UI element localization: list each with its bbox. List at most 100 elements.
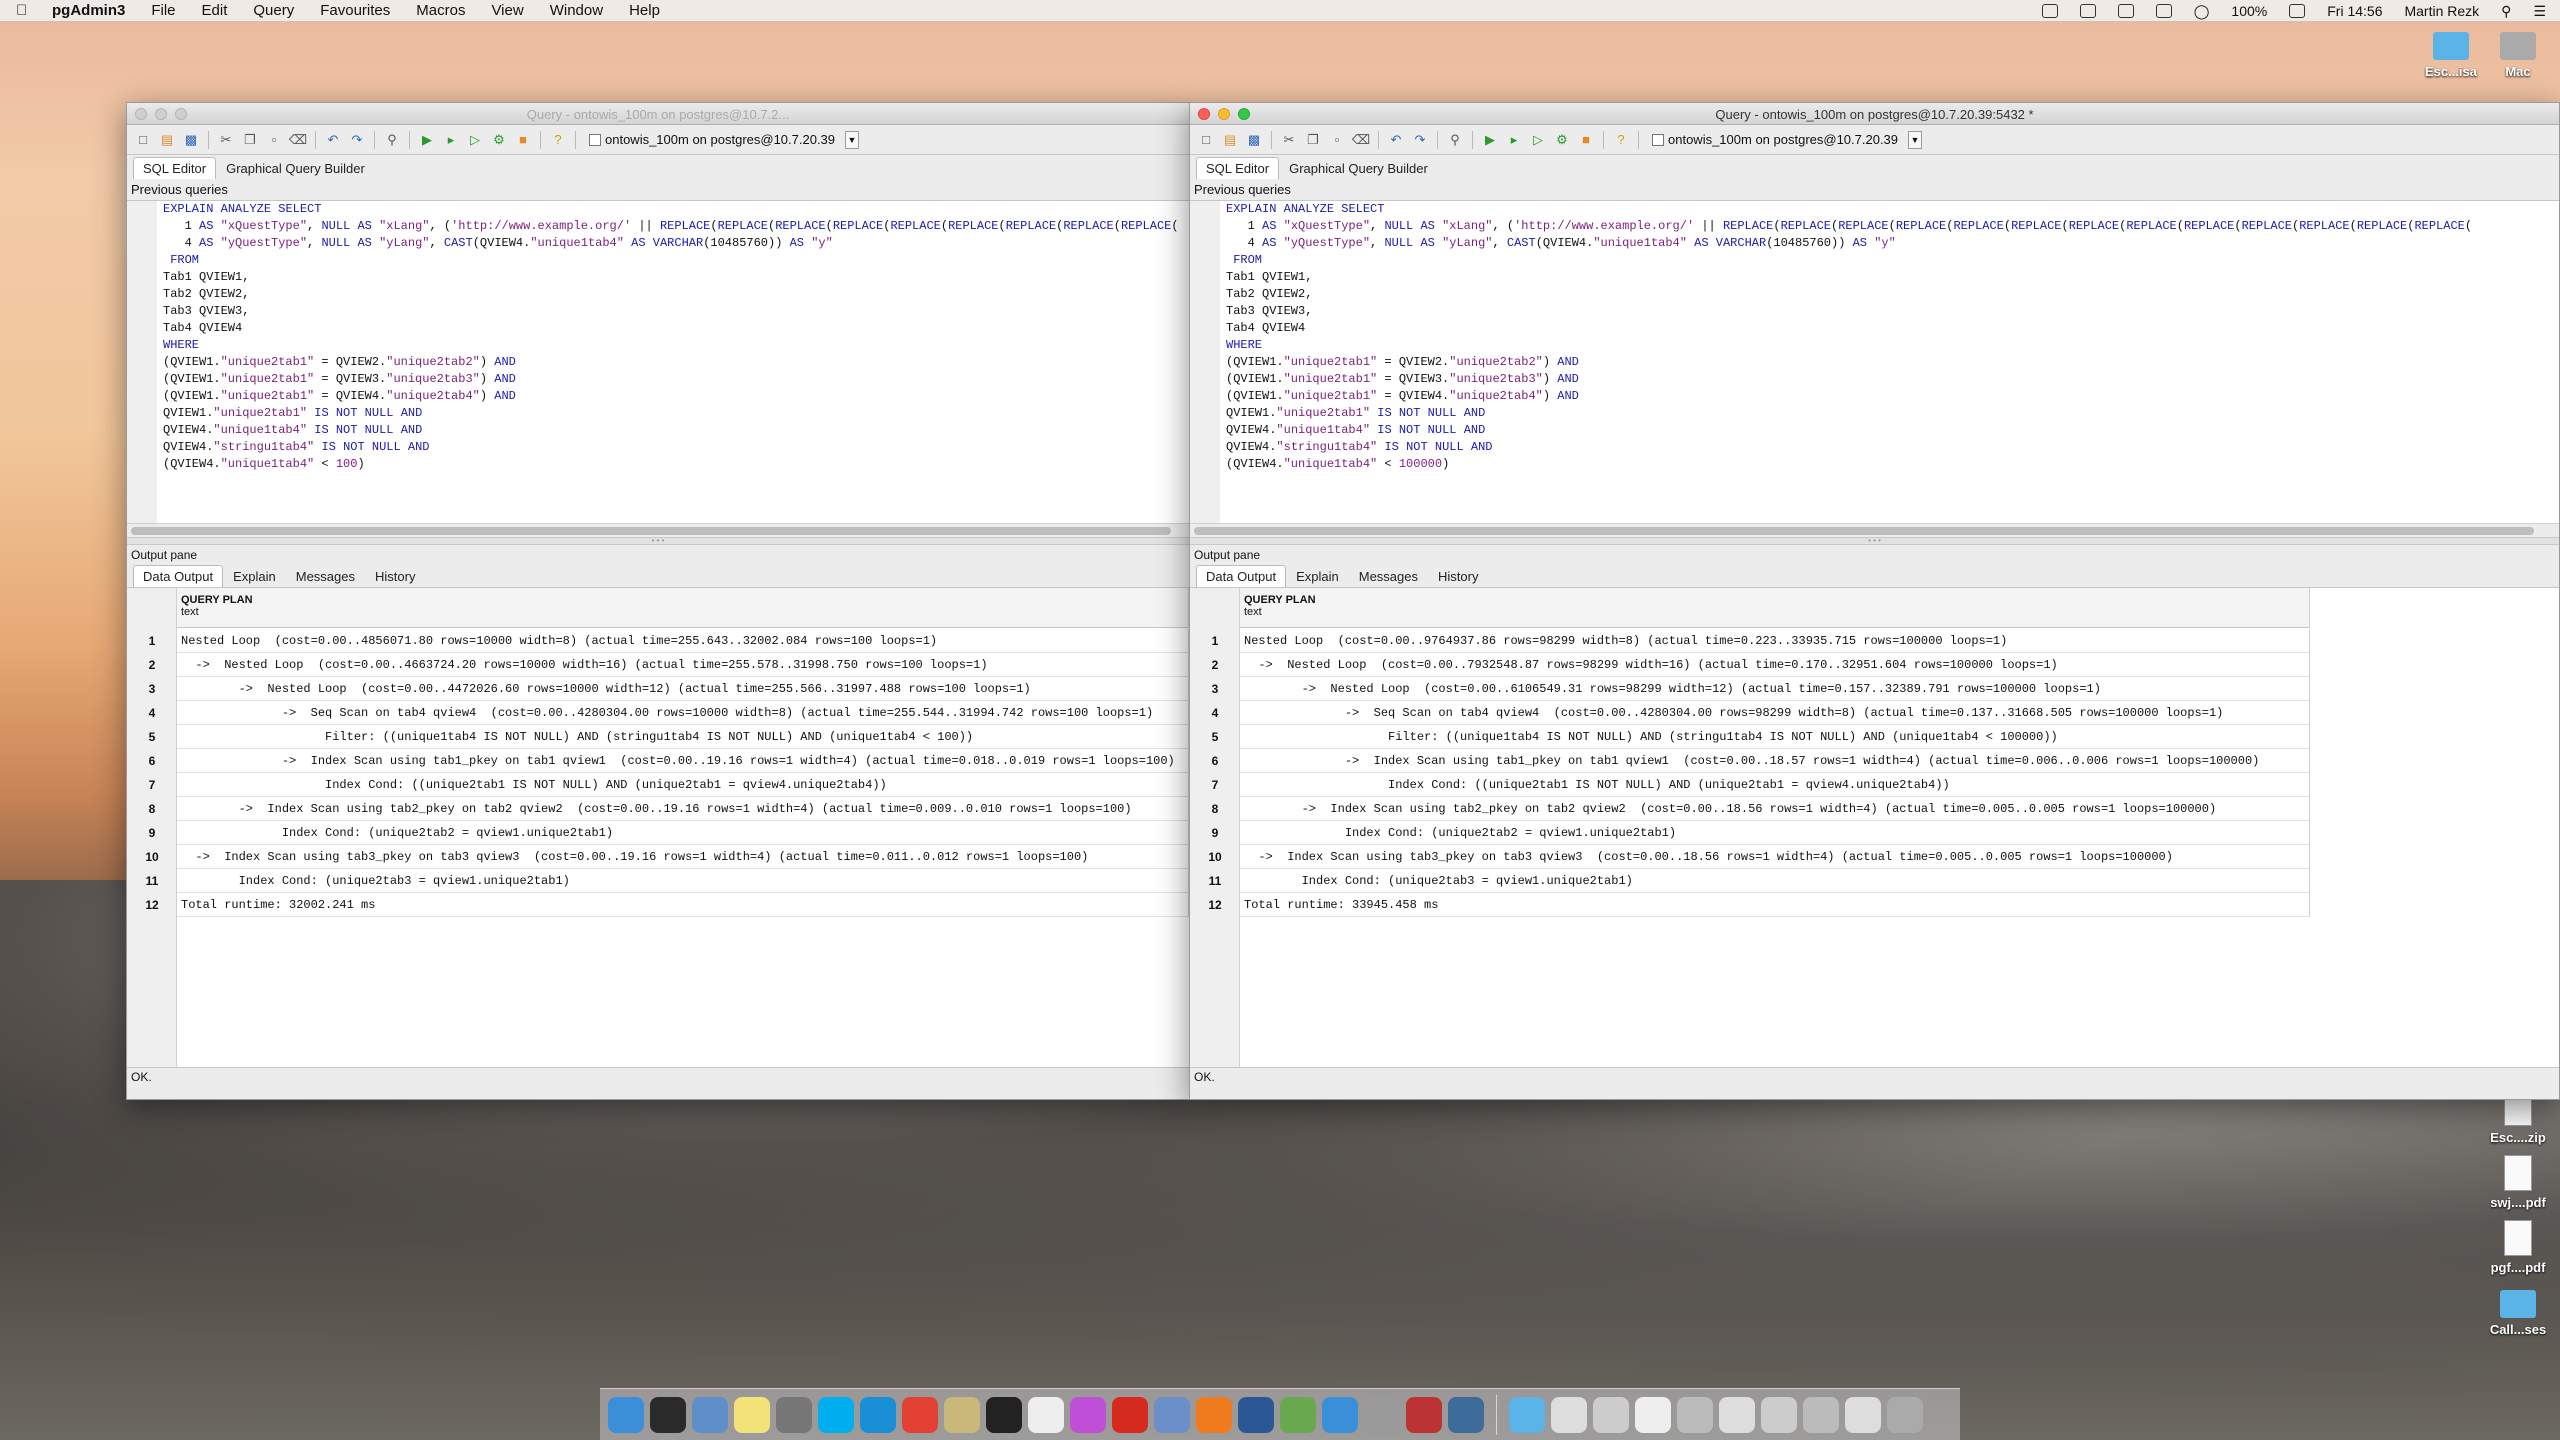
execute-icon[interactable]: ▶	[417, 130, 437, 150]
row-number[interactable]: 11	[1190, 874, 1240, 888]
trash-icon[interactable]	[1887, 1396, 1923, 1433]
terminal-icon[interactable]	[986, 1396, 1022, 1433]
row-number[interactable]: 2	[1190, 658, 1240, 672]
undo-icon[interactable]: ↶	[1386, 130, 1406, 150]
sql-line[interactable]: FROM	[1220, 252, 2559, 269]
sql-line[interactable]: QVIEW1."unique2tab1" IS NOT NULL AND	[157, 405, 1189, 422]
spotlight-icon[interactable]: ⚲	[2501, 3, 2511, 20]
paste-icon[interactable]: ▫	[264, 130, 284, 150]
chevron-down-icon[interactable]: ▼	[845, 130, 860, 149]
sql-line[interactable]: QVIEW1."unique2tab1" IS NOT NULL AND	[1220, 405, 2559, 422]
tab-sql-editor[interactable]: SQL Editor	[1196, 157, 1280, 179]
clear-icon[interactable]: ⌫	[1351, 130, 1371, 150]
previous-queries[interactable]: Previous queries	[127, 179, 1189, 201]
redo-icon[interactable]: ↷	[347, 130, 367, 150]
skype-icon[interactable]	[818, 1396, 854, 1433]
status-icon-3[interactable]	[2117, 4, 2134, 18]
row-number[interactable]: 5	[1190, 730, 1240, 744]
undo-icon[interactable]: ↶	[323, 130, 343, 150]
sql-line[interactable]: 4 AS "yQuestType", NULL AS "yLang", CAST…	[1220, 235, 2559, 252]
execute-to-file-icon[interactable]: ▷	[465, 130, 485, 150]
execute-icon[interactable]: ▶	[1480, 130, 1500, 150]
clock[interactable]: Fri 14:56	[2327, 3, 2382, 19]
sql-line[interactable]: Tab1 QVIEW1,	[1220, 269, 2559, 286]
status-icon-1[interactable]	[2041, 4, 2058, 18]
sql-line[interactable]: WHERE	[157, 337, 1189, 354]
query-plan-cell[interactable]: Index Cond: (unique2tab2 = qview1.unique…	[1240, 821, 2310, 845]
query-plan-cell[interactable]: -> Nested Loop (cost=0.00..4472026.60 ro…	[177, 677, 1189, 701]
stack7-icon[interactable]	[1803, 1396, 1839, 1433]
preview-icon[interactable]	[692, 1396, 728, 1433]
column-header[interactable]: QUERY PLAN text	[1240, 588, 2310, 628]
stack1-icon[interactable]	[1551, 1396, 1587, 1433]
sql-line[interactable]: (QVIEW4."unique1tab4" < 100)	[157, 456, 1189, 473]
word-icon[interactable]	[1238, 1396, 1274, 1433]
menu-edit[interactable]: Edit	[202, 2, 228, 19]
desktop-folder[interactable]: Mac	[2476, 32, 2560, 79]
notes-icon[interactable]	[734, 1396, 770, 1433]
row-number[interactable]: 11	[127, 874, 177, 888]
sql-line[interactable]: Tab4 QVIEW4	[157, 320, 1189, 337]
preferences-icon[interactable]	[776, 1396, 812, 1433]
chrome-icon[interactable]	[902, 1396, 938, 1433]
find-icon[interactable]: ⚲	[382, 130, 402, 150]
row-number[interactable]: 2	[127, 658, 177, 672]
explain-icon[interactable]: ⚙	[489, 130, 509, 150]
tab-data-output[interactable]: Data Output	[133, 565, 224, 587]
user-name[interactable]: Martin Rezk	[2404, 3, 2479, 19]
tab-explain[interactable]: Explain	[223, 565, 286, 587]
safari-icon[interactable]	[1322, 1396, 1358, 1433]
menu-macros[interactable]: Macros	[416, 2, 465, 19]
row-number[interactable]: 9	[1190, 826, 1240, 840]
query-plan-cell[interactable]: Total runtime: 33945.458 ms	[1240, 893, 2310, 917]
query-plan-cell[interactable]: Index Cond: (unique2tab2 = qview1.unique…	[177, 821, 1189, 845]
query-plan-cell[interactable]: -> Index Scan using tab1_pkey on tab1 qv…	[1240, 749, 2310, 773]
tab-data-output[interactable]: Data Output	[1196, 565, 1287, 587]
tab-graphical-query-builder[interactable]: Graphical Query Builder	[216, 157, 375, 179]
network-icon[interactable]	[1280, 1396, 1316, 1433]
stack3-icon[interactable]	[1635, 1396, 1671, 1433]
menu-app-name[interactable]: pgAdmin3	[52, 2, 125, 19]
query-plan-cell[interactable]: Index Cond: (unique2tab3 = qview1.unique…	[1240, 869, 2310, 893]
open-file-icon[interactable]: ▤	[1220, 130, 1240, 150]
sql-line[interactable]: (QVIEW1."unique2tab1" = QVIEW4."unique2t…	[1220, 388, 2559, 405]
cut-icon[interactable]: ✂	[216, 130, 236, 150]
sql-line[interactable]: Tab2 QVIEW2,	[1220, 286, 2559, 303]
query-plan-cell[interactable]: -> Nested Loop (cost=0.00..7932548.87 ro…	[1240, 653, 2310, 677]
folder-icon[interactable]	[1509, 1396, 1545, 1433]
new-file-icon[interactable]: □	[133, 130, 153, 150]
row-number[interactable]: 6	[127, 754, 177, 768]
query-plan-cell[interactable]: -> Nested Loop (cost=0.00..6106549.31 ro…	[1240, 677, 2310, 701]
apple-icon[interactable]: 	[16, 2, 38, 19]
desktop-file[interactable]: swj....pdf	[2476, 1155, 2560, 1210]
save-icon[interactable]: ▩	[181, 130, 201, 150]
find-icon[interactable]: ⚲	[1445, 130, 1465, 150]
sql-line[interactable]: QVIEW4."unique1tab4" IS NOT NULL AND	[1220, 422, 2559, 439]
sql-line[interactable]: QVIEW4."stringu1tab4" IS NOT NULL AND	[157, 439, 1189, 456]
execute-to-file-icon[interactable]: ▷	[1528, 130, 1548, 150]
row-number[interactable]: 8	[1190, 802, 1240, 816]
desktop-file[interactable]: pgf....pdf	[2476, 1220, 2560, 1275]
tab-messages[interactable]: Messages	[286, 565, 365, 587]
battery-percent[interactable]: 100%	[2231, 3, 2267, 19]
help-icon[interactable]: ?	[548, 130, 568, 150]
query-plan-cell[interactable]: -> Index Scan using tab2_pkey on tab2 qv…	[177, 797, 1189, 821]
execute-pgscript-icon[interactable]: ▸	[441, 130, 461, 150]
pane-splitter[interactable]: • • •	[1190, 537, 2559, 545]
sql-line[interactable]: (QVIEW1."unique2tab1" = QVIEW2."unique2t…	[1220, 354, 2559, 371]
execute-pgscript-icon[interactable]: ▸	[1504, 130, 1524, 150]
query-plan-cell[interactable]: -> Index Scan using tab2_pkey on tab2 qv…	[1240, 797, 2310, 821]
lync-icon[interactable]	[860, 1396, 896, 1433]
redo-icon[interactable]: ↷	[1410, 130, 1430, 150]
help-icon[interactable]: ?	[1611, 130, 1631, 150]
tab-explain[interactable]: Explain	[1286, 565, 1349, 587]
clear-icon[interactable]: ⌫	[288, 130, 308, 150]
status-icon-2[interactable]	[2079, 4, 2096, 18]
query-plan-cell[interactable]: Index Cond: ((unique2tab1 IS NOT NULL) A…	[177, 773, 1189, 797]
sql-line[interactable]: Tab2 QVIEW2,	[157, 286, 1189, 303]
sql-line[interactable]: EXPLAIN ANALYZE SELECT	[1220, 201, 2559, 218]
dictionary-icon[interactable]	[1406, 1396, 1442, 1433]
query-plan-cell[interactable]: Filter: ((unique1tab4 IS NOT NULL) AND (…	[1240, 725, 2310, 749]
query-plan-cell[interactable]: -> Seq Scan on tab4 qview4 (cost=0.00..4…	[1240, 701, 2310, 725]
tab-history[interactable]: History	[1428, 565, 1488, 587]
